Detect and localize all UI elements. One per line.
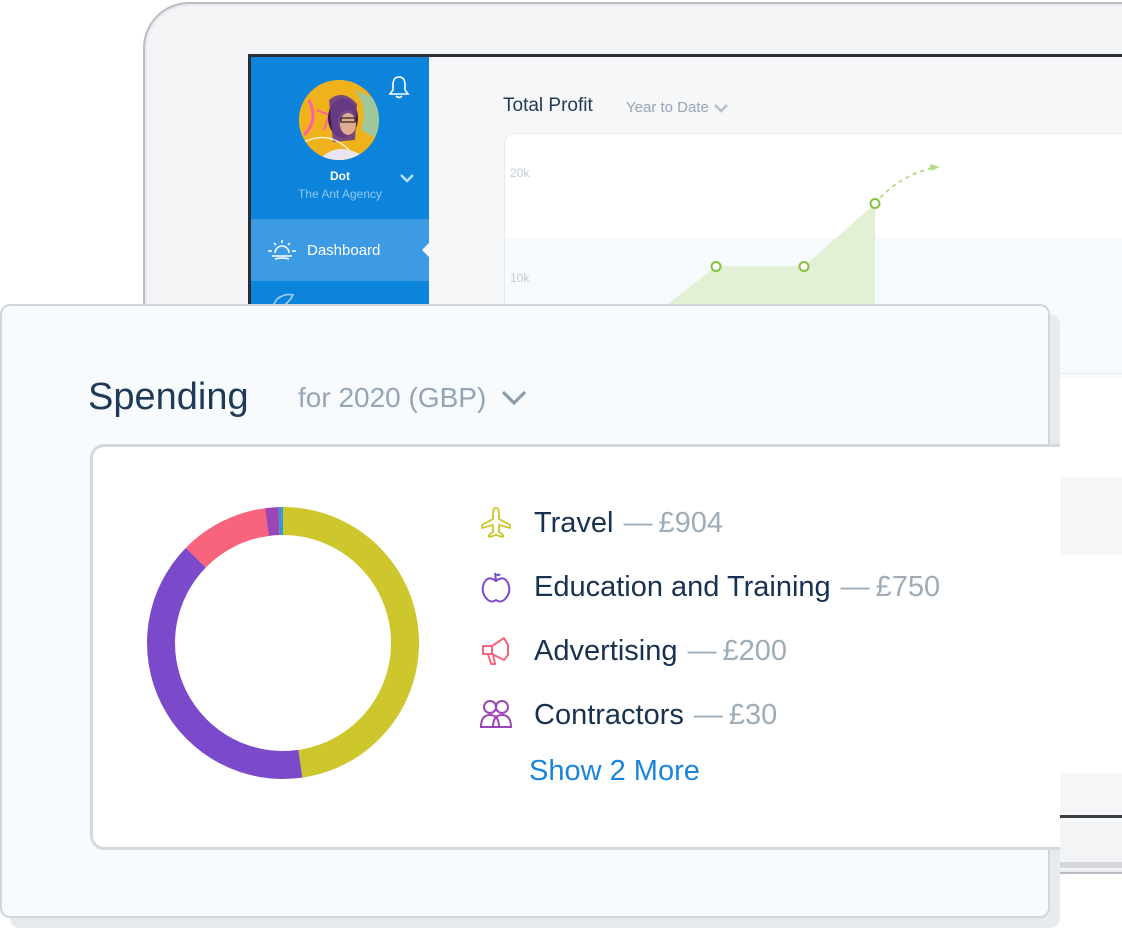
projection-arrow (930, 164, 940, 171)
chevron-down-icon[interactable] (400, 173, 414, 183)
legend-name: Advertising (534, 634, 678, 667)
spending-breakdown-panel: Travel — £904 Education and Training — £… (90, 444, 1060, 850)
spending-legend: Travel — £904 Education and Training — £… (478, 491, 940, 747)
legend-name: Education and Training (534, 570, 831, 603)
profit-range-label: Year to Date (626, 99, 709, 116)
donut-slice-travel (283, 507, 420, 778)
laptop-base (1050, 862, 1122, 868)
legend-amount: £904 (658, 506, 724, 539)
people-icon (479, 700, 513, 728)
legend-item-education[interactable]: Education and Training — £750 (478, 555, 940, 619)
legend-separator: — (840, 570, 870, 603)
spending-title: Spending (88, 376, 249, 418)
legend-item-travel[interactable]: Travel — £904 (478, 491, 940, 555)
spending-period-label: for 2020 (GBP) (298, 382, 487, 413)
chevron-down-icon (502, 390, 527, 406)
data-point (798, 261, 810, 272)
sidebar-item-label: Dashboard (307, 241, 381, 259)
legend-separator: — (687, 634, 717, 667)
profit-title: Total Profit (503, 95, 593, 116)
legend-name: Contractors (534, 698, 684, 731)
sidebar-item-dashboard[interactable]: Dashboard (251, 219, 429, 281)
projection-line (874, 167, 933, 205)
sunrise-icon (268, 240, 296, 260)
legend-amount: £30 (728, 698, 778, 731)
spending-period-dropdown[interactable]: for 2020 (GBP) (298, 382, 528, 414)
profit-range-dropdown[interactable]: Year to Date (626, 99, 729, 116)
spending-card: Spending for 2020 (GBP) Travel — £904 Ed… (0, 304, 1060, 918)
legend-amount: £750 (875, 570, 941, 603)
user-organization: The Ant Agency (297, 187, 383, 201)
spending-donut-chart (147, 507, 420, 779)
active-indicator (422, 243, 429, 257)
data-point (869, 198, 881, 209)
legend-item-contractors[interactable]: Contractors — £30 (478, 683, 940, 747)
megaphone-icon (482, 637, 509, 665)
legend-amount: £200 (722, 634, 787, 667)
legend-item-advertising[interactable]: Advertising — £200 (478, 619, 940, 683)
legend-separator: — (693, 698, 723, 731)
avatar[interactable] (299, 80, 379, 160)
legend-name: Travel (534, 506, 614, 539)
legend-separator: — (623, 506, 653, 539)
donut-slice-education-and-training (147, 547, 303, 779)
airplane-icon (481, 507, 511, 538)
donut-slice-advertising (185, 508, 269, 568)
bell-icon[interactable] (388, 75, 410, 99)
data-point (710, 261, 722, 272)
show-more-link[interactable]: Show 2 More (529, 755, 700, 788)
apple-icon (481, 572, 511, 603)
chevron-down-icon (713, 103, 728, 113)
screen-edge (1050, 815, 1122, 818)
